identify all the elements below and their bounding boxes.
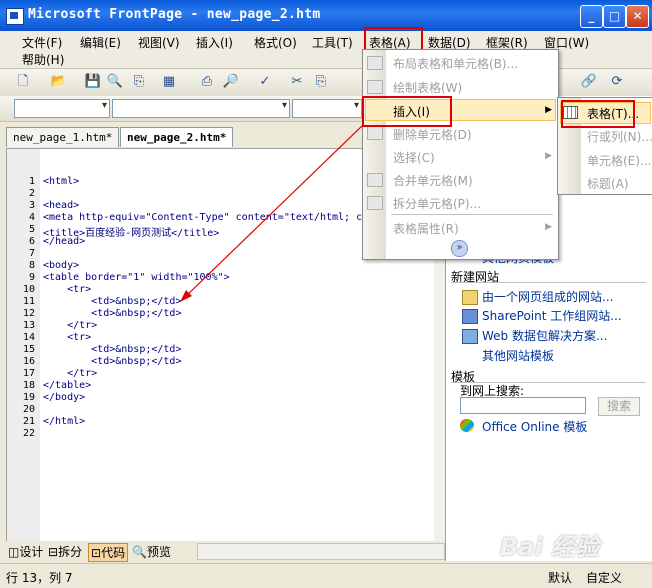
menu-split-cells[interactable]: 拆分单元格(P)... [393,195,481,212]
delete-cells-icon [367,126,383,140]
menu-select[interactable]: 选择(C) [393,149,435,166]
submenu-caption[interactable]: 标题(A) [587,175,629,192]
submenu-arrow-icon: ▶ [545,105,552,115]
submenu-arrow-icon: ▶ [545,222,552,232]
split-cells-icon [367,196,383,210]
submenu-arrow-icon: ▶ [545,151,552,161]
annotation-box-insert [362,96,452,127]
menu-layout-tables[interactable]: 布局表格和单元格(B)... [393,55,518,72]
submenu-cells[interactable]: 单元格(E)... [587,152,651,169]
menu-draw-table[interactable]: 绘制表格(W) [393,79,462,96]
draw-table-icon [367,80,383,94]
layout-table-icon [367,56,383,70]
menu-table-properties[interactable]: 表格属性(R) [393,220,459,237]
menu-delete-cells[interactable]: 删除单元格(D) [393,126,472,143]
baidu-watermark: Bai 经验 [500,533,600,561]
merge-cells-icon [367,173,383,187]
expand-menu-icon[interactable]: » [451,240,468,257]
table-menu-dropdown: 布局表格和单元格(B)... 绘制表格(W) 插入(I) ▶ 删除单元格(D) … [362,49,559,260]
annotation-box-table-item [561,100,635,128]
submenu-rows-columns[interactable]: 行或列(N)... [587,128,652,145]
menu-merge-cells[interactable]: 合并单元格(M) [393,172,473,189]
menu-separator [391,214,553,215]
